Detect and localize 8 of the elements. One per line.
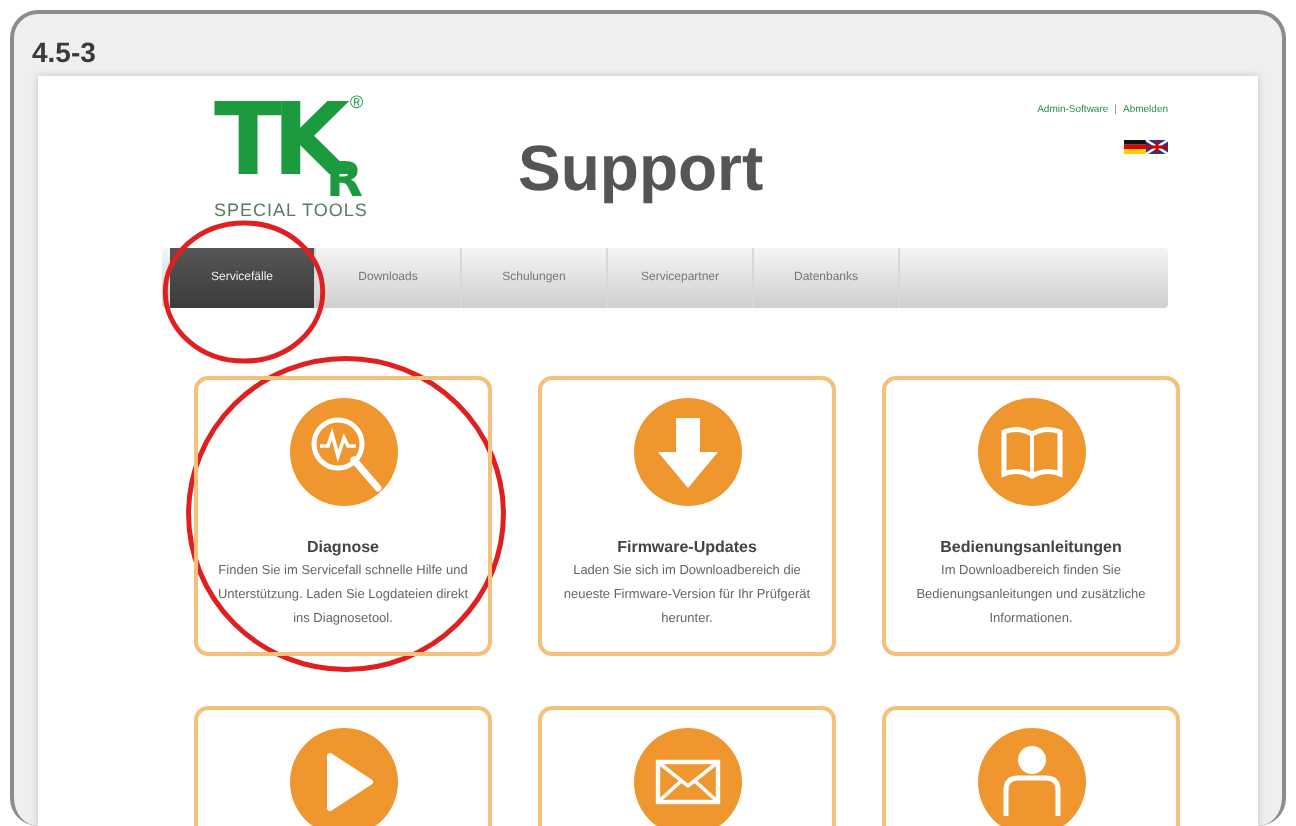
- card-title: Diagnose: [306, 538, 379, 556]
- page-title: Support: [518, 132, 764, 206]
- card-title: Bedienungsanleitungen: [940, 538, 1122, 556]
- figure-label: 4.5-3: [32, 36, 96, 68]
- card-title: Firmware-Updates: [617, 538, 757, 556]
- language-flags-icon[interactable]: [1124, 140, 1168, 154]
- magnifier-pulse-icon: [289, 398, 397, 506]
- book-icon: [977, 398, 1085, 506]
